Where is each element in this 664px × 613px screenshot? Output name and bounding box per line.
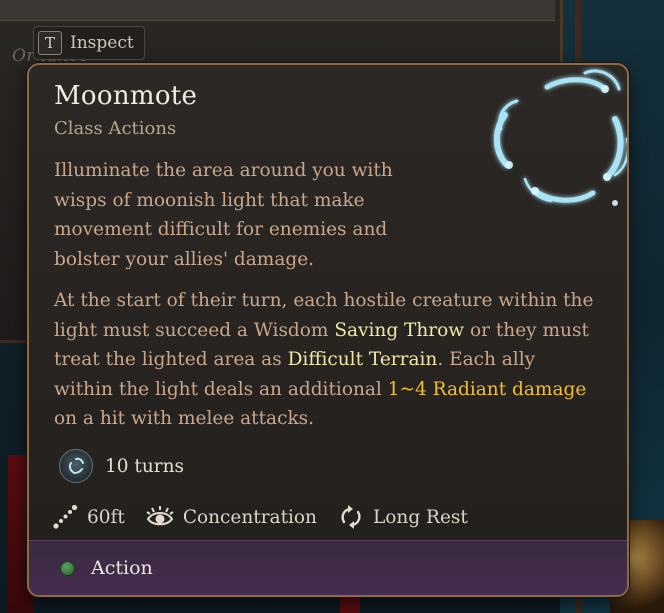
range-text: 60ft — [87, 506, 125, 528]
inspect-key-cap: T — [38, 31, 62, 55]
duration-row: 10 turns — [59, 449, 184, 483]
spell-details: At the start of their turn, each hostile… — [54, 286, 594, 434]
range-property: 60ft — [51, 503, 125, 531]
range-icon — [53, 504, 78, 529]
saving-throw-link[interactable]: Saving Throw — [334, 320, 464, 341]
duration-text: 10 turns — [105, 455, 185, 477]
concentration-eye-icon — [146, 506, 174, 526]
radiant-damage-value: 1~4 Radiant damage — [387, 378, 587, 400]
spell-tooltip: Moonmote Class Actions Illuminate the ar… — [27, 63, 629, 597]
moonmote-duration-icon — [59, 449, 93, 483]
action-resource-label: Action — [91, 557, 153, 579]
inspect-label: Inspect — [70, 33, 134, 53]
long-rest-text: Long Rest — [372, 506, 468, 528]
spell-category: Class Actions — [54, 118, 177, 139]
inspect-hint[interactable]: T Inspect — [33, 26, 145, 60]
moonmote-spell-icon — [494, 69, 627, 206]
action-resource-icon — [60, 560, 75, 576]
difficult-terrain-link[interactable]: Difficult Terrain — [288, 349, 438, 370]
spell-cost-footer: Action — [29, 540, 627, 595]
long-rest-icon — [341, 505, 361, 529]
spell-properties: 60ft Concentration Long Rest — [51, 503, 488, 531]
concentration-text: Concentration — [182, 506, 317, 528]
spell-title: Moonmote — [54, 81, 198, 111]
spell-description: Illuminate the area around you with wisp… — [54, 160, 393, 270]
concentration-property: Concentration — [145, 503, 317, 531]
details-text-4: on a hit with melee attacks. — [54, 408, 315, 429]
background-window-topbar — [0, 0, 555, 21]
long-rest-property: Long Rest — [337, 503, 468, 531]
